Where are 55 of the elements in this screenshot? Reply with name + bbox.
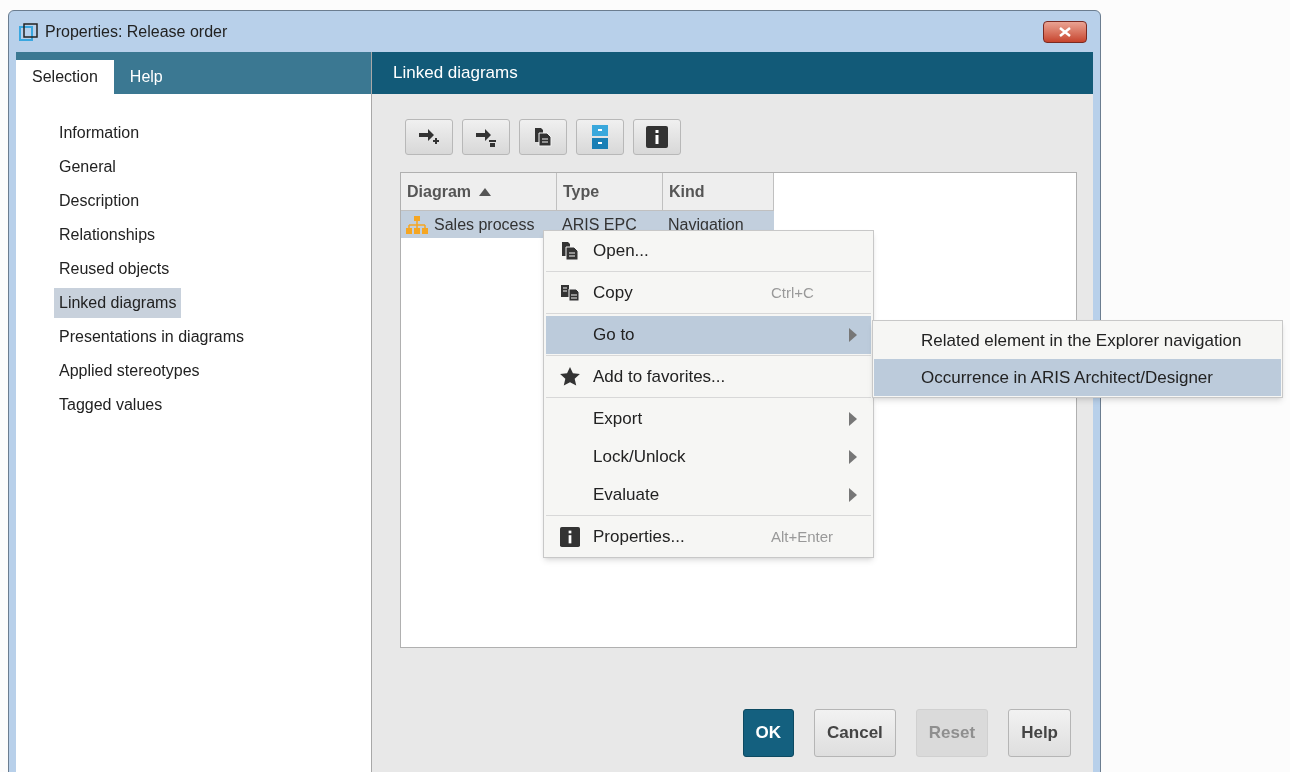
close-icon (1058, 26, 1072, 37)
window-icon (19, 22, 39, 41)
column-header[interactable]: Type (557, 173, 663, 211)
cabinet-icon (592, 125, 608, 149)
tab[interactable]: Selection (16, 60, 114, 94)
tab[interactable]: Help (113, 60, 179, 94)
sidebar-item[interactable]: Tagged values (54, 390, 168, 420)
column-header[interactable]: Diagram (401, 173, 557, 211)
sidebar-item[interactable]: Presentations in diagrams (54, 322, 249, 352)
menu-item[interactable]: Export (546, 400, 871, 438)
remove-link-button[interactable] (462, 119, 510, 155)
menu-item[interactable]: Properties... Alt+Enter (546, 518, 871, 556)
submenu-arrow-icon (849, 412, 857, 426)
org-chart-icon (406, 215, 428, 234)
dialog-button[interactable]: Help (1008, 709, 1071, 757)
dialog-button[interactable]: OK (742, 709, 795, 757)
open-button[interactable] (519, 119, 567, 155)
submenu-arrow-icon (849, 488, 857, 502)
sidebar-item[interactable]: Applied stereotypes (54, 356, 205, 386)
menu-item[interactable]: Add to favorites... (546, 358, 871, 396)
documents-icon (534, 127, 552, 147)
sidebar-item[interactable]: General (54, 152, 121, 182)
arrow-plus-icon (418, 127, 440, 147)
add-link-button[interactable] (405, 119, 453, 155)
sidebar-item[interactable]: Relationships (54, 220, 161, 250)
menu-item[interactable]: Related element in the Explorer navigation (874, 322, 1281, 359)
table-cell-text: ARIS EPC (562, 214, 637, 235)
copy-icon (559, 284, 580, 302)
sidebar-item[interactable]: Description (54, 186, 145, 216)
dialog-button[interactable]: Cancel (814, 709, 896, 757)
submenu-arrow-icon (849, 328, 857, 342)
info-icon (646, 126, 668, 148)
table-cell-text: Navigation (668, 214, 744, 235)
menu-item[interactable]: Lock/Unlock (546, 438, 871, 476)
sidebar-item[interactable]: Reused objects (54, 254, 175, 284)
close-button[interactable] (1043, 20, 1087, 43)
repository-button[interactable] (576, 119, 624, 155)
column-header[interactable]: Kind (663, 173, 774, 211)
menu-item[interactable]: Evaluate (546, 476, 871, 514)
table-cell-text: Sales process (434, 214, 535, 235)
arrow-trash-icon (475, 127, 497, 147)
menu-item[interactable]: Copy Ctrl+C (546, 274, 871, 312)
menu-item[interactable]: Go to (546, 316, 871, 354)
window-title: Properties: Release order (45, 21, 228, 42)
menu-item[interactable]: Occurrence in ARIS Architect/Designer (874, 359, 1281, 396)
submenu-arrow-icon (849, 450, 857, 464)
sidebar-item[interactable]: Information (54, 118, 145, 148)
shortcut-label: Ctrl+C (771, 282, 815, 303)
shortcut-label: Alt+Enter (771, 526, 835, 547)
properties-icon (559, 527, 580, 547)
panel-header: Linked diagrams (372, 52, 1093, 94)
properties-button[interactable] (633, 119, 681, 155)
star-icon (558, 366, 581, 388)
open-icon (560, 241, 579, 261)
sidebar-item[interactable]: Linked diagrams (54, 288, 182, 318)
